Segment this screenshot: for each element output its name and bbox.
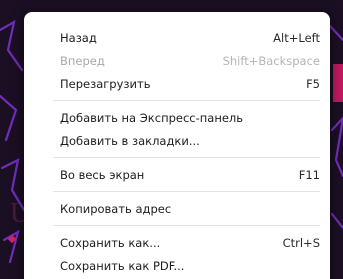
menu-item-label: Назад xyxy=(60,30,97,45)
menu-item-save-as-pdf[interactable]: Сохранить как PDF... xyxy=(24,254,330,277)
menu-item-copy-address[interactable]: Копировать адрес xyxy=(24,197,330,220)
menu-item-label: Добавить на Экспресс-панель xyxy=(60,110,244,125)
menu-item-add-bookmark[interactable]: Добавить в закладки... xyxy=(24,129,330,152)
menu-item-save-as[interactable]: Сохранить как... Ctrl+S xyxy=(24,231,330,254)
menu-item-label: Во весь экран xyxy=(60,167,145,182)
menu-separator xyxy=(53,191,320,192)
menu-item-shortcut: Alt+Left xyxy=(273,30,320,45)
menu-item-label: Сохранить как... xyxy=(60,235,161,250)
menu-item-shortcut: Ctrl+S xyxy=(282,235,320,250)
menu-item-shortcut: Shift+Backspace xyxy=(222,53,320,68)
menu-item-label: Копировать адрес xyxy=(60,201,172,216)
menu-separator xyxy=(53,225,320,226)
menu-item-fullscreen[interactable]: Во весь экран F11 xyxy=(24,163,330,186)
menu-item-reload[interactable]: Перезагрузить F5 xyxy=(24,72,330,95)
menu-item-forward: Вперед Shift+Backspace xyxy=(24,49,330,72)
menu-item-shortcut: F11 xyxy=(298,167,320,182)
menu-item-label: Перезагрузить xyxy=(60,76,151,91)
context-menu: Назад Alt+Left Вперед Shift+Backspace Пе… xyxy=(24,12,330,279)
menu-separator xyxy=(53,100,320,101)
menu-item-label: Вперед xyxy=(60,53,105,68)
menu-item-back[interactable]: Назад Alt+Left xyxy=(24,26,330,49)
menu-item-label: Добавить в закладки... xyxy=(60,133,200,148)
menu-item-shortcut: F5 xyxy=(306,76,320,91)
menu-item-add-to-speed-dial[interactable]: Добавить на Экспресс-панель xyxy=(24,106,330,129)
menu-item-label: Сохранить как PDF... xyxy=(60,258,185,273)
menu-separator xyxy=(53,157,320,158)
